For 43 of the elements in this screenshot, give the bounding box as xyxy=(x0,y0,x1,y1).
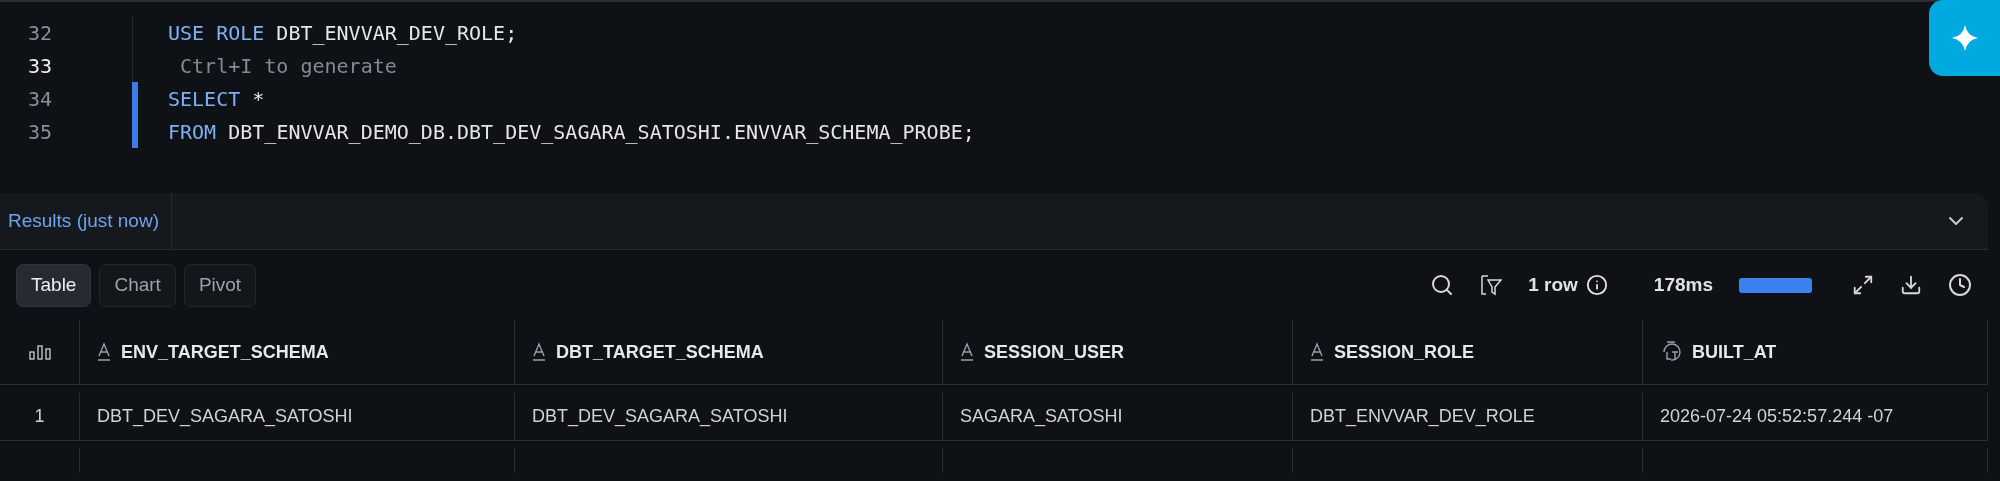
info-icon[interactable] xyxy=(1585,274,1608,296)
filter-icon[interactable] xyxy=(1480,274,1503,296)
code-line: FROM DBT_ENVVAR_DEMO_DB.DBT_DEV_SAGARA_SATOSHI.ENVVAR_SCHEMA_PROBE; xyxy=(168,119,975,144)
view-tab[interactable]: Chart xyxy=(99,263,176,307)
code-line: USE ROLE DBT_ENVVAR_DEV_ROLE; xyxy=(168,20,518,45)
row-count: 1 row xyxy=(1528,274,1578,296)
table-cell: SAGARA_SATOSHI xyxy=(943,392,1293,441)
query-duration: 178ms xyxy=(1653,274,1713,296)
results-tab[interactable]: Results (just now) xyxy=(0,193,172,249)
table-cell: 2026-07-24 05:52:57.244 -07 xyxy=(1643,392,1988,441)
table-cell: DBT_DEV_SAGARA_SATOSHI xyxy=(515,392,943,441)
code-line: SELECT * xyxy=(168,86,265,111)
column-name: DBT_TARGET_SCHEMA xyxy=(556,341,764,363)
column-header[interactable]: SESSION_USER xyxy=(943,320,1293,385)
column-name: SESSION_USER xyxy=(984,341,1125,363)
line-number: 32 xyxy=(26,20,52,45)
column-name: SESSION_ROLE xyxy=(1334,341,1475,363)
table-cell: DBT_DEV_SAGARA_SATOSHI xyxy=(80,392,515,441)
row-number: 1 xyxy=(0,392,80,441)
text-type-icon xyxy=(1310,342,1324,362)
line-number: 34 xyxy=(26,86,52,111)
text-type-icon xyxy=(960,342,974,362)
expand-icon[interactable] xyxy=(1852,274,1874,296)
column-header[interactable]: SESSION_ROLE xyxy=(1293,320,1643,385)
timestamp-type-icon xyxy=(1660,340,1682,364)
search-icon[interactable] xyxy=(1430,273,1455,297)
column-header[interactable]: DBT_TARGET_SCHEMA xyxy=(515,320,943,385)
column-header[interactable]: BUILT_AT xyxy=(1643,320,1988,385)
line-number: 33 xyxy=(26,53,52,78)
column-header[interactable]: ENV_TARGET_SCHEMA xyxy=(80,320,515,385)
ai-assistant-button[interactable] xyxy=(1929,0,2000,76)
history-icon[interactable] xyxy=(1948,273,1972,297)
column-name: ENV_TARGET_SCHEMA xyxy=(121,341,329,363)
inline-hint: Ctrl+I to generate xyxy=(179,53,397,78)
column-stats-icon[interactable] xyxy=(28,344,51,360)
text-type-icon xyxy=(532,342,546,362)
column-name: BUILT_AT xyxy=(1692,341,1777,363)
text-type-icon xyxy=(97,342,111,362)
line-number: 35 xyxy=(26,119,52,144)
table-cell: DBT_ENVVAR_DEV_ROLE xyxy=(1293,392,1643,441)
view-tab[interactable]: Table xyxy=(16,263,92,307)
view-tab[interactable]: Pivot xyxy=(183,263,257,307)
download-icon[interactable] xyxy=(1900,274,1922,296)
